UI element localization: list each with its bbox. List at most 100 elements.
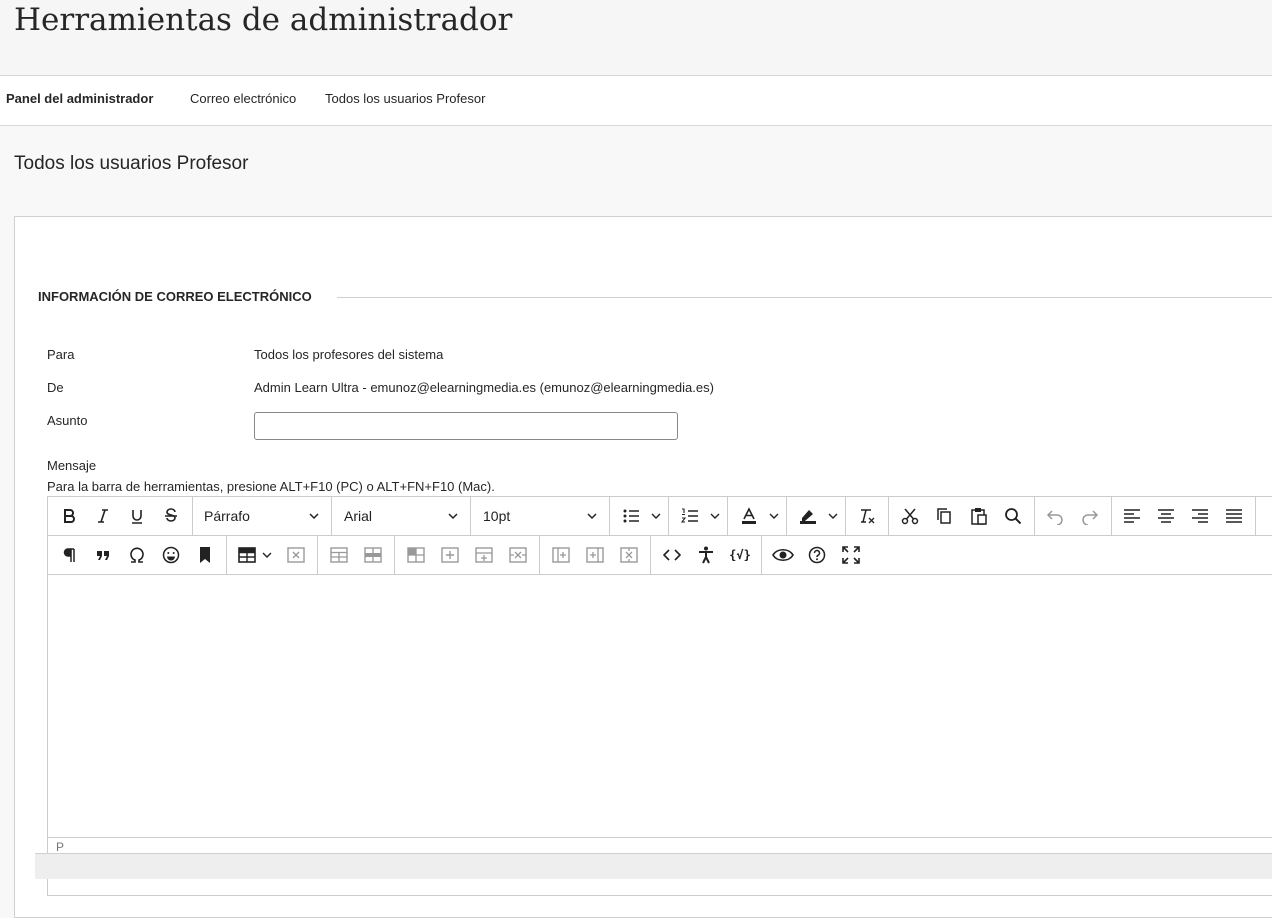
justify-icon[interactable] bbox=[1221, 503, 1247, 529]
toolbar-separator bbox=[394, 536, 395, 574]
chevron-down-icon bbox=[828, 513, 838, 519]
font-family-select[interactable]: Arial bbox=[333, 503, 469, 529]
toolbar-separator bbox=[470, 497, 471, 535]
editor-toolbar-row-1: Párrafo Arial 10pt bbox=[48, 497, 1272, 536]
cell-props-icon[interactable] bbox=[403, 542, 429, 568]
highlight-dropdown[interactable] bbox=[826, 503, 840, 529]
align-center-icon[interactable] bbox=[1153, 503, 1179, 529]
toolbar-separator bbox=[1255, 497, 1256, 535]
preview-icon[interactable] bbox=[770, 542, 796, 568]
undo-icon[interactable] bbox=[1042, 503, 1068, 529]
redo-icon[interactable] bbox=[1077, 503, 1103, 529]
math-icon[interactable]: {√} bbox=[727, 542, 753, 568]
insert-row-after-icon[interactable] bbox=[471, 542, 497, 568]
toolbar-separator bbox=[845, 497, 846, 535]
align-left-icon[interactable] bbox=[1119, 503, 1145, 529]
toolbar-separator bbox=[1034, 497, 1035, 535]
editor-content-area[interactable] bbox=[48, 576, 1272, 838]
toolbar-separator bbox=[609, 497, 610, 535]
table-dropdown[interactable] bbox=[260, 542, 274, 568]
paragraph-mark-icon[interactable] bbox=[56, 542, 82, 568]
table-icon[interactable] bbox=[234, 542, 260, 568]
clear-format-icon[interactable] bbox=[854, 503, 880, 529]
breadcrumb-all-teachers[interactable]: Todos los usuarios Profesor bbox=[325, 91, 485, 106]
cut-icon[interactable] bbox=[897, 503, 923, 529]
rich-text-editor: Párrafo Arial 10pt {√} P bbox=[47, 496, 1272, 896]
paste-icon[interactable] bbox=[966, 503, 992, 529]
toolbar-hint: Para la barra de herramientas, presione … bbox=[47, 479, 495, 494]
toolbar-separator bbox=[761, 536, 762, 574]
font-family-value: Arial bbox=[344, 508, 373, 524]
help-icon[interactable] bbox=[804, 542, 830, 568]
font-size-select[interactable]: 10pt bbox=[472, 503, 608, 529]
toolbar-separator bbox=[668, 497, 669, 535]
fullscreen-icon[interactable] bbox=[838, 542, 864, 568]
toolbar-separator bbox=[331, 497, 332, 535]
block-format-value: Párrafo bbox=[204, 508, 250, 524]
italic-icon[interactable] bbox=[90, 503, 116, 529]
chevron-down-icon bbox=[710, 513, 720, 519]
toolbar-separator bbox=[650, 536, 651, 574]
breadcrumb: Panel del administrador Correo electróni… bbox=[0, 76, 1272, 126]
text-color-icon[interactable] bbox=[736, 503, 762, 529]
email-info-legend: INFORMACIÓN DE CORREO ELECTRÓNICO bbox=[38, 289, 324, 304]
breadcrumb-admin-panel[interactable]: Panel del administrador bbox=[6, 91, 153, 106]
toolbar-separator bbox=[226, 536, 227, 574]
toolbar-separator bbox=[539, 536, 540, 574]
to-value: Todos los profesores del sistema bbox=[254, 347, 444, 362]
chevron-down-icon bbox=[262, 552, 272, 558]
editor-toolbar-row-2: {√} bbox=[48, 536, 1272, 575]
page-title: Herramientas de administrador bbox=[14, 2, 513, 38]
numbered-list-icon[interactable] bbox=[677, 503, 703, 529]
emoji-icon[interactable] bbox=[158, 542, 184, 568]
strikethrough-icon[interactable] bbox=[158, 503, 184, 529]
search-icon[interactable] bbox=[1000, 503, 1026, 529]
underline-icon[interactable] bbox=[124, 503, 150, 529]
element-path[interactable]: P bbox=[56, 840, 64, 854]
to-label: Para bbox=[47, 347, 75, 362]
chevron-down-icon bbox=[769, 513, 779, 519]
block-format-select[interactable]: Párrafo bbox=[194, 503, 330, 529]
align-right-icon[interactable] bbox=[1187, 503, 1213, 529]
section-title: Todos los usuarios Profesor bbox=[14, 153, 249, 174]
table-props-icon[interactable] bbox=[326, 542, 352, 568]
legend-divider bbox=[337, 297, 1272, 298]
subject-label: Asunto bbox=[47, 413, 88, 428]
bookmark-icon[interactable] bbox=[192, 542, 218, 568]
subject-input[interactable] bbox=[254, 412, 678, 440]
font-size-value: 10pt bbox=[483, 508, 511, 524]
numbered-list-dropdown[interactable] bbox=[708, 503, 722, 529]
chevron-down-icon bbox=[448, 513, 458, 520]
message-label: Mensaje bbox=[47, 458, 97, 473]
bullet-list-icon[interactable] bbox=[618, 503, 644, 529]
from-value: Admin Learn Ultra - emunoz@elearningmedi… bbox=[254, 380, 714, 395]
code-icon[interactable] bbox=[659, 542, 685, 568]
chevron-down-icon bbox=[309, 513, 319, 520]
text-color-dropdown[interactable] bbox=[767, 503, 781, 529]
chevron-down-icon bbox=[587, 513, 597, 520]
bottom-action-bar bbox=[35, 853, 1272, 879]
copy-icon[interactable] bbox=[931, 503, 957, 529]
toolbar-separator bbox=[727, 497, 728, 535]
delete-col-icon[interactable] bbox=[616, 542, 642, 568]
insert-col-after-icon[interactable] bbox=[582, 542, 608, 568]
omega-icon[interactable] bbox=[124, 542, 150, 568]
bullet-list-dropdown[interactable] bbox=[649, 503, 663, 529]
blockquote-icon[interactable] bbox=[90, 542, 116, 568]
bold-icon[interactable] bbox=[56, 503, 82, 529]
delete-row-icon[interactable] bbox=[505, 542, 531, 568]
breadcrumb-email[interactable]: Correo electrónico bbox=[190, 91, 296, 106]
page-header: Herramientas de administrador bbox=[0, 0, 1272, 76]
row-props-icon[interactable] bbox=[360, 542, 386, 568]
accessibility-icon[interactable] bbox=[693, 542, 719, 568]
toolbar-separator bbox=[317, 536, 318, 574]
insert-col-before-icon[interactable] bbox=[548, 542, 574, 568]
highlight-icon[interactable] bbox=[795, 503, 821, 529]
delete-table-icon[interactable] bbox=[283, 542, 309, 568]
toolbar-separator bbox=[1111, 497, 1112, 535]
toolbar-separator bbox=[192, 497, 193, 535]
chevron-down-icon bbox=[651, 513, 661, 519]
insert-row-before-icon[interactable] bbox=[437, 542, 463, 568]
toolbar-separator bbox=[888, 497, 889, 535]
from-label: De bbox=[47, 380, 64, 395]
